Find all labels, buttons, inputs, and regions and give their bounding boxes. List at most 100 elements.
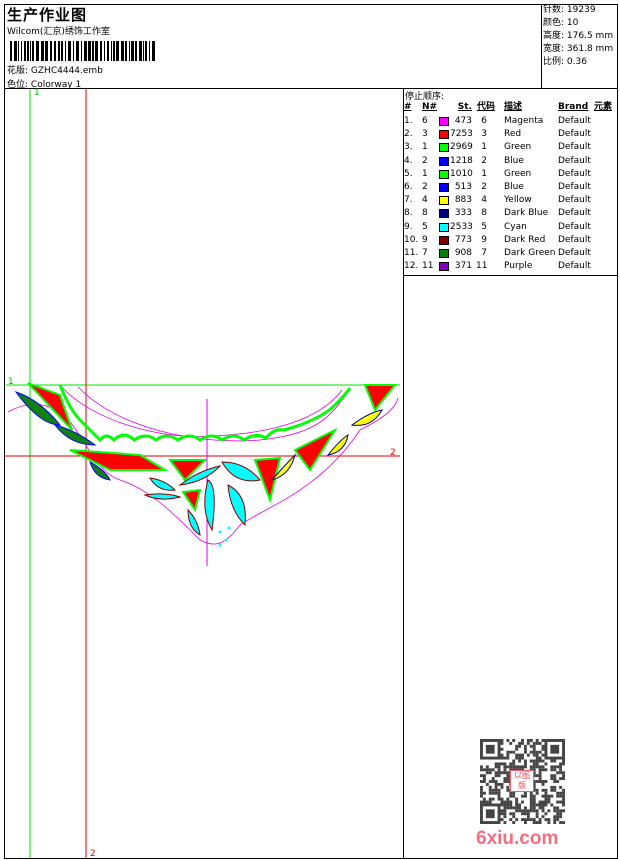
row-idx: 6.	[404, 182, 413, 192]
row-stitches: 371	[454, 261, 472, 272]
row-code: 4	[481, 195, 487, 206]
info-width: 宽度: 361.8 mm	[543, 44, 614, 54]
info-height: 高度: 176.5 mm	[543, 31, 614, 41]
stop-sequence-panel: 停止顺序: # N# St. 代码 描述 Brand 元素 1. 6 473 6…	[404, 89, 618, 276]
row-code: 3	[481, 129, 487, 140]
color-swatch	[439, 249, 449, 258]
row-idx: 3.	[404, 142, 413, 153]
row-brand: Default	[558, 248, 591, 258]
row-stitches: 333	[454, 208, 472, 219]
row-code: 1	[481, 168, 487, 179]
row-desc: Purple	[504, 261, 533, 272]
col-desc: 描述	[504, 102, 523, 112]
row-brand: Default	[558, 261, 591, 272]
row-stitches: 2969	[450, 142, 473, 153]
table-row: 8. 8 333 8 Dark Blue Default	[404, 207, 618, 220]
table-row: 5. 1 1010 1 Green Default	[404, 168, 618, 181]
row-stitches: 473	[454, 116, 472, 126]
row-brand: Default	[558, 182, 591, 192]
design-info: 针数: 19239 颜色: 10 高度: 176.5 mm 宽度: 361.8 …	[541, 4, 618, 88]
row-needle: 2	[422, 155, 428, 166]
color-swatch	[439, 196, 449, 206]
row-desc: Magenta	[504, 116, 544, 126]
row-stitches: 513	[454, 182, 472, 192]
row-code: 11	[476, 261, 488, 272]
table-row: 7. 4 883 4 Yellow Default	[404, 194, 618, 207]
row-idx: 2.	[404, 129, 413, 140]
row-needle: 6	[422, 116, 428, 126]
color-swatch	[439, 262, 449, 272]
table-row: 9. 5 2533 5 Cyan Default	[404, 221, 618, 234]
table-row: 1. 6 473 6 Magenta Default	[404, 115, 618, 128]
row-desc: Yellow	[504, 195, 532, 206]
table-row: 4. 2 1218 2 Blue Default	[404, 155, 618, 168]
dots	[218, 526, 231, 547]
watermark-logo: 6xiu.com	[476, 828, 559, 849]
row-idx: 12.	[404, 261, 419, 272]
row-stitches: 7253	[450, 129, 473, 140]
row-needle: 5	[422, 221, 428, 232]
marker-red-bottom: 2	[90, 849, 96, 859]
row-brand: Default	[558, 142, 591, 153]
row-stitches: 773	[454, 234, 472, 245]
info-colors: 颜色: 10	[543, 18, 579, 28]
info-stitches: 针数: 19239	[543, 5, 596, 15]
scallop-border	[58, 384, 352, 443]
row-needle: 3	[422, 129, 428, 140]
table-row: 3. 1 2969 1 Green Default	[404, 141, 618, 154]
leaves	[14, 382, 398, 536]
row-stitches: 1218	[450, 155, 473, 166]
row-needle: 7	[422, 248, 428, 258]
row-idx: 9.	[404, 221, 413, 232]
row-needle: 8	[422, 208, 428, 219]
marker-green-top: 1	[34, 88, 40, 98]
row-desc: Red	[504, 129, 522, 140]
row-desc: Dark Red	[504, 234, 546, 245]
row-brand: Default	[558, 234, 591, 245]
table-row: 11. 7 908 7 Dark Green Default	[404, 247, 618, 260]
row-idx: 1.	[404, 116, 413, 126]
col-idx: #	[404, 102, 412, 112]
row-stitches: 2533	[450, 221, 473, 232]
row-desc: Blue	[504, 155, 524, 166]
color-swatch	[439, 143, 449, 153]
table-row: 2. 3 7253 3 Red Default	[404, 128, 618, 141]
color-swatch	[439, 235, 449, 245]
color-swatch	[439, 130, 449, 140]
color-swatch	[439, 222, 449, 232]
row-code: 5	[481, 221, 487, 232]
row-needle: 2	[422, 182, 428, 192]
marker-red-right: 2	[390, 448, 396, 458]
color-swatch	[439, 117, 449, 126]
col-stitches: St.	[457, 102, 472, 112]
table-header: # N# St. 代码 描述 Brand 元素	[404, 101, 618, 114]
row-needle: 1	[422, 142, 428, 153]
row-brand: Default	[558, 208, 591, 219]
row-needle: 9	[422, 234, 428, 245]
row-desc: Dark Blue	[504, 208, 549, 219]
row-brand: Default	[558, 155, 591, 166]
row-stitches: 908	[454, 248, 472, 258]
row-code: 6	[481, 116, 487, 126]
col-element: 元素	[594, 102, 613, 112]
embroidery-design: 1 1 2 2	[4, 88, 400, 859]
color-swatch	[439, 156, 449, 166]
row-brand: Default	[558, 195, 591, 206]
row-brand: Default	[558, 221, 591, 232]
row-needle: 1	[422, 168, 428, 179]
outline	[7, 384, 399, 545]
row-brand: Default	[558, 129, 591, 140]
row-code: 9	[481, 234, 487, 245]
info-scale: 比例: 0.36	[543, 57, 587, 67]
col-brand: Brand	[558, 102, 589, 112]
row-idx: 4.	[404, 155, 413, 166]
row-stitches: 883	[454, 195, 472, 206]
row-code: 7	[481, 248, 487, 258]
color-swatch	[439, 169, 449, 179]
table-row: 10. 9 773 9 Dark Red Default	[404, 234, 618, 247]
row-needle: 4	[422, 195, 428, 206]
table-row: 6. 2 513 2 Blue Default	[404, 181, 618, 194]
row-desc: Green	[504, 142, 532, 153]
marker-green-left: 1	[8, 377, 14, 387]
row-code: 8	[481, 208, 487, 219]
